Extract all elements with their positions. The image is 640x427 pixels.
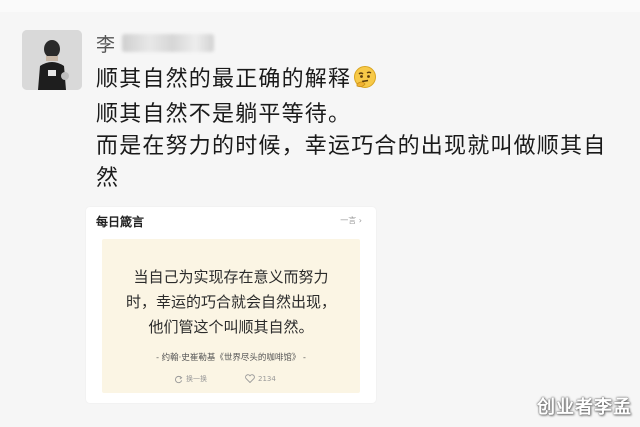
refresh-button[interactable]: 换一换 <box>174 374 207 384</box>
person-avatar-icon <box>22 30 82 90</box>
avatar[interactable] <box>22 30 82 90</box>
heart-icon <box>245 374 255 383</box>
quote-line-2: 时，幸运的巧合就会自然出现， <box>125 293 336 311</box>
thinking-face-emoji-icon <box>353 65 377 99</box>
name-redaction-blur <box>122 34 215 52</box>
sender-name-row: 李 <box>96 30 215 56</box>
chevron-right-icon: › <box>358 216 362 225</box>
refresh-icon <box>175 375 183 383</box>
quote-text: 当自己为实现存在意义而努力 时，幸运的巧合就会自然出现， 他们管这个叫顺其自然。 <box>102 265 360 340</box>
quote-line-3: 他们管这个叫顺其自然。 <box>148 318 314 336</box>
sender-name: 李 <box>96 33 117 56</box>
message-line-1: 顺其自然的最正确的解释 <box>96 67 352 92</box>
card-title: 每日箴言 <box>96 215 145 229</box>
like-button[interactable]: 2134 <box>245 374 276 383</box>
quote-line-1: 当自己为实现存在意义而努力 <box>133 268 329 286</box>
watermark: 创业者李孟 <box>537 397 632 418</box>
message-text: 顺其自然的最正确的解释 顺其自然不是躺平等待。 而是在努力的时候，幸运巧合的出现… <box>96 64 626 195</box>
message-line-2: 顺其自然不是躺平等待。 <box>96 102 352 127</box>
daily-quote-card[interactable]: 每日箴言 一言 › 当自己为实现存在意义而努力 时，幸运的巧合就会自然出现， 他… <box>86 207 376 403</box>
refresh-label: 换一换 <box>186 375 207 383</box>
message-line-4: 然 <box>96 166 120 191</box>
quote-source: - 约翰·史崔勒基《世界尽头的咖啡馆》 - <box>156 353 306 363</box>
card-actions: 换一换 2134 <box>102 374 360 388</box>
card-link-label: 一言 <box>340 216 357 225</box>
message-line-3: 而是在努力的时候，幸运巧合的出现就叫做顺其自 <box>96 134 607 159</box>
card-link[interactable]: 一言 › <box>340 215 362 226</box>
top-divider <box>0 0 640 12</box>
like-count: 2134 <box>258 374 276 383</box>
quote-panel: 当自己为实现存在意义而努力 时，幸运的巧合就会自然出现， 他们管这个叫顺其自然。… <box>102 239 360 393</box>
